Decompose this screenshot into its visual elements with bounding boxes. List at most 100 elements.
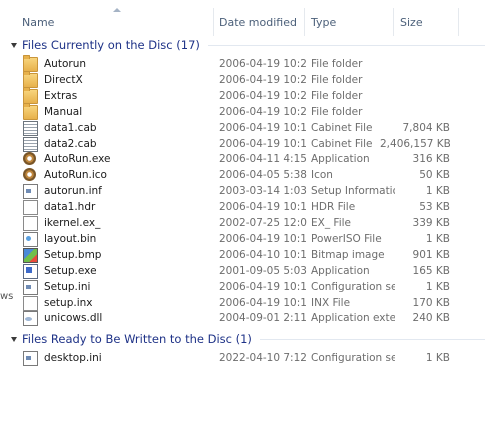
file-name: data2.cab — [44, 137, 97, 150]
file-date-modified: 2002-07-25 12:07 ... — [219, 217, 307, 229]
file-date-modified: 2006-04-19 10:20 ... — [219, 89, 307, 102]
group-title: Files Ready to Be Written to the Disc (1… — [22, 332, 252, 346]
column-header-name[interactable]: Name — [22, 16, 54, 29]
cabinet-file-icon — [23, 136, 38, 152]
file-row[interactable]: data1.hdr2006-04-19 10:16 ...HDR File53 … — [20, 199, 480, 216]
file-size: 1 KB — [425, 352, 450, 364]
folder-icon — [23, 86, 38, 104]
file-row[interactable]: data1.cab2006-04-19 10:16 ...Cabinet Fil… — [20, 120, 480, 136]
group-header-ready[interactable]: Files Ready to Be Written to the Disc (1… — [10, 331, 485, 347]
file-row[interactable]: layout.bin2006-04-19 10:19 ...PowerISO F… — [20, 231, 480, 247]
file-row[interactable]: setup.inx2006-04-19 10:16 ...INX File170… — [20, 295, 480, 311]
file-row[interactable]: DirectX 2006-04-19 10:20 ... File folder — [20, 70, 480, 88]
group-divider — [259, 338, 485, 340]
file-row[interactable]: data2.cab2006-04-19 10:19 ...Cabinet Fil… — [20, 136, 480, 152]
left-gutter-mark: ws — [0, 291, 14, 302]
folder-icon — [23, 55, 38, 72]
disc-image-icon — [23, 231, 38, 247]
sort-ascending-icon — [113, 8, 121, 12]
file-date-modified: 2006-04-19 10:16 ... — [219, 201, 307, 214]
column-header-size[interactable]: Size — [400, 16, 423, 29]
dll-file-icon — [23, 311, 38, 327]
file-name: desktop.ini — [44, 352, 102, 364]
chevron-down-icon[interactable] — [11, 42, 17, 48]
bitmap-icon — [23, 247, 38, 263]
file-size: 316 KB — [412, 153, 450, 166]
file-size: 240 KB — [412, 312, 450, 325]
settings-file-icon — [23, 351, 38, 366]
file-icon — [23, 200, 38, 216]
file-date-modified: 2006-04-19 10:20 ... — [219, 73, 307, 86]
file-row[interactable]: Setup.exe2001-09-05 5:03 AMApplication16… — [20, 263, 480, 279]
file-size: 2,406,157 KB — [380, 137, 450, 150]
file-date-modified: 2001-09-05 5:03 AM — [219, 264, 307, 277]
file-row[interactable]: Setup.bmp2006-04-10 10:11 ...Bitmap imag… — [20, 247, 480, 263]
settings-file-icon — [23, 184, 38, 200]
group-title: Files Currently on the Disc (17) — [22, 38, 200, 52]
setup-exe-icon — [23, 263, 38, 279]
file-icon — [23, 216, 38, 231]
file-name: AutoRun.ico — [44, 169, 107, 182]
file-size: 1 KB — [425, 280, 450, 293]
cabinet-file-icon — [23, 120, 38, 136]
file-date-modified: 2004-09-01 2:11 AM — [219, 312, 307, 325]
column-header-date[interactable]: Date modified — [219, 16, 297, 29]
file-date-modified: 2006-04-10 10:11 ... — [219, 248, 307, 261]
file-name: data1.hdr — [44, 201, 96, 214]
file-row[interactable]: Setup.ini2006-04-19 10:16 ...Configurati… — [20, 279, 480, 295]
file-row[interactable]: desktop.ini2022-04-10 7:12 PMConfigurati… — [20, 350, 480, 366]
file-date-modified: 2006-04-19 10:20 ... — [219, 105, 307, 118]
file-type: File folder — [311, 58, 363, 70]
file-date-modified: 2006-04-19 10:16 ... — [219, 280, 307, 293]
column-divider[interactable] — [304, 8, 305, 36]
file-row[interactable]: ikernel.ex_2002-07-25 12:07 ...EX_ File3… — [20, 215, 480, 231]
application-icon — [23, 168, 36, 182]
file-row[interactable]: Autorun 2006-04-19 10:20 ... File folder — [20, 55, 480, 72]
file-icon — [23, 295, 38, 311]
file-date-modified: 2006-04-19 10:16 ... — [219, 296, 307, 309]
file-size: 170 KB — [412, 296, 450, 309]
file-name: DirectX — [44, 73, 83, 86]
file-name: Setup.bmp — [44, 248, 102, 261]
file-name: Manual — [44, 105, 83, 118]
folder-icon — [23, 70, 38, 88]
file-row[interactable]: unicows.dll2004-09-01 2:11 AMApplication… — [20, 310, 480, 327]
group-header-current[interactable]: Files Currently on the Disc (17) — [10, 37, 485, 53]
column-divider[interactable] — [393, 8, 394, 36]
file-date-modified: 2006-04-05 5:38 PM — [219, 169, 307, 182]
file-row[interactable]: Manual 2006-04-19 10:20 ... File folder — [20, 102, 480, 120]
file-size: 50 KB — [419, 169, 450, 182]
file-name: layout.bin — [44, 232, 97, 245]
file-name: AutoRun.exe — [44, 153, 111, 166]
file-date-modified: 2006-04-19 10:19 ... — [219, 137, 307, 150]
column-divider[interactable] — [458, 8, 459, 36]
file-row[interactable]: Extras 2006-04-19 10:20 ... File folder — [20, 86, 480, 104]
file-size: 339 KB — [412, 217, 450, 229]
file-date-modified: 2006-04-19 10:19 ... — [219, 232, 307, 245]
file-name: autorun.inf — [44, 185, 102, 198]
file-date-modified: 2006-04-19 10:16 ... — [219, 121, 307, 134]
column-header-type[interactable]: Type — [311, 16, 336, 29]
file-name: Autorun — [44, 58, 87, 70]
file-name: data1.cab — [44, 121, 97, 134]
file-size: 53 KB — [419, 201, 450, 214]
file-date-modified: 2006-04-19 10:20 ... — [219, 58, 307, 70]
file-date-modified: 2022-04-10 7:12 PM — [219, 352, 307, 364]
file-name: setup.inx — [44, 296, 93, 309]
file-size: 1 KB — [425, 232, 450, 245]
file-type: File folder — [311, 89, 363, 102]
folder-icon — [23, 102, 38, 120]
file-row[interactable]: autorun.inf2003-03-14 1:03 PMSetup Infor… — [20, 183, 480, 200]
file-name: Extras — [44, 89, 78, 102]
file-size: 901 KB — [412, 248, 450, 261]
file-name: Setup.ini — [44, 280, 91, 293]
file-size: 1 KB — [425, 185, 450, 198]
file-type: File folder — [311, 105, 363, 118]
file-size: 7,804 KB — [402, 121, 451, 134]
chevron-down-icon[interactable] — [11, 336, 17, 342]
file-row[interactable]: AutoRun.ico2006-04-05 5:38 PMIcon50 KB — [20, 167, 480, 183]
file-row[interactable]: AutoRun.exe2006-04-11 4:15 PMApplication… — [20, 151, 480, 167]
file-date-modified: 2003-03-14 1:03 PM — [219, 185, 307, 198]
column-divider[interactable] — [213, 8, 214, 36]
file-type: File folder — [311, 73, 363, 86]
